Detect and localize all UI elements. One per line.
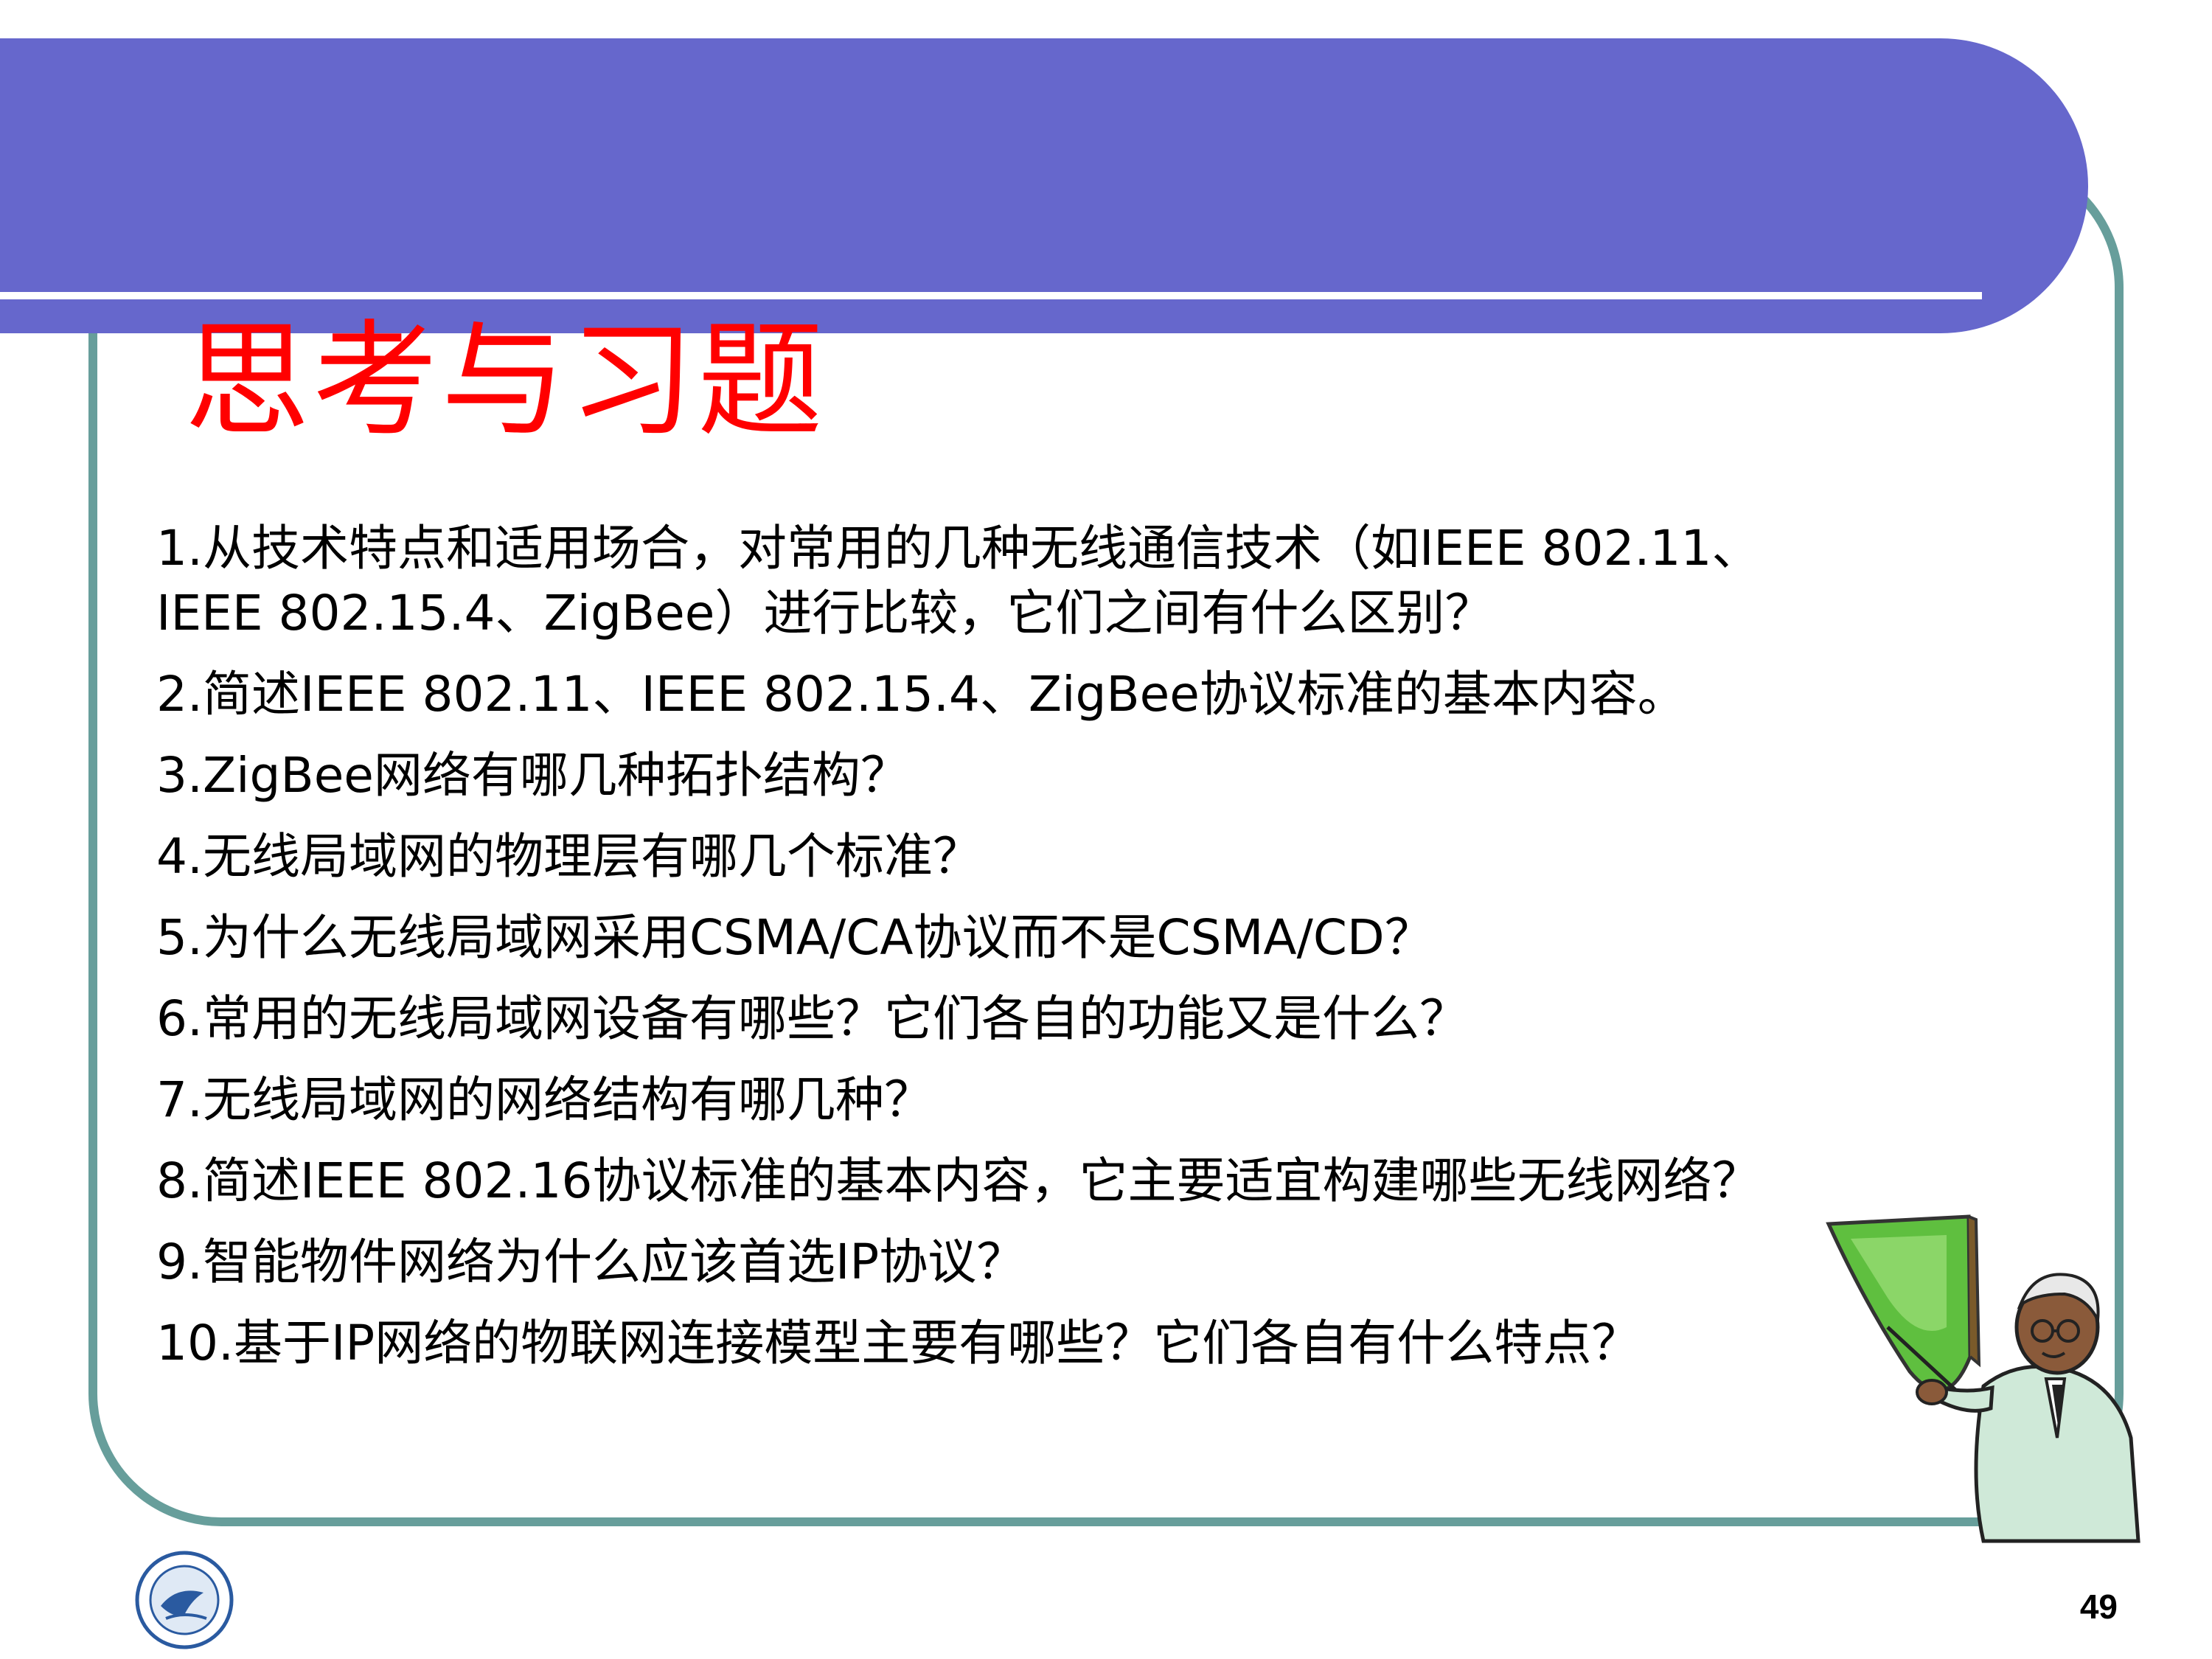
university-emblem-icon [135,1551,234,1649]
question-item: 10.基于IP网络的物联网连接模型主要有哪些？它们各自有什么特点？ [156,1315,1641,1371]
question-item: 3.ZigBee网络有哪几种拓扑结构？ [156,747,909,804]
question-list: 1.从技术特点和适用场合，对常用的几种无线通信技术（如IEEE 802.11、 … [156,516,2044,1392]
question-item: 4.无线局域网的物理层有哪几个标准？ [156,828,981,885]
question-item: 1.从技术特点和适用场合，对常用的几种无线通信技术（如IEEE 802.11、 … [156,520,1761,641]
header-banner [0,38,2088,333]
question-item: 7.无线局域网的网络结构有哪几种？ [156,1071,933,1128]
question-item: 2.简述IEEE 802.11、IEEE 802.15.4、ZigBee协议标准… [156,666,1686,723]
page-number: 49 [2079,1587,2118,1626]
question-item: 5.为什么无线局域网采用CSMA/CA协议而不是CSMA/CD？ [156,909,1433,966]
banner-divider [0,292,1982,299]
slide-title: 思考与习题 [184,308,827,454]
question-item: 9.智能物件网络为什么应该首选IP协议？ [156,1234,1026,1290]
question-item: 6.常用的无线局域网设备有哪些？它们各自的功能又是什么？ [156,990,1468,1047]
question-item: 8.简述IEEE 802.16协议标准的基本内容，它主要适宜构建哪些无线网络？ [156,1152,1761,1209]
teacher-pointing-at-board-icon [1826,1214,2140,1543]
